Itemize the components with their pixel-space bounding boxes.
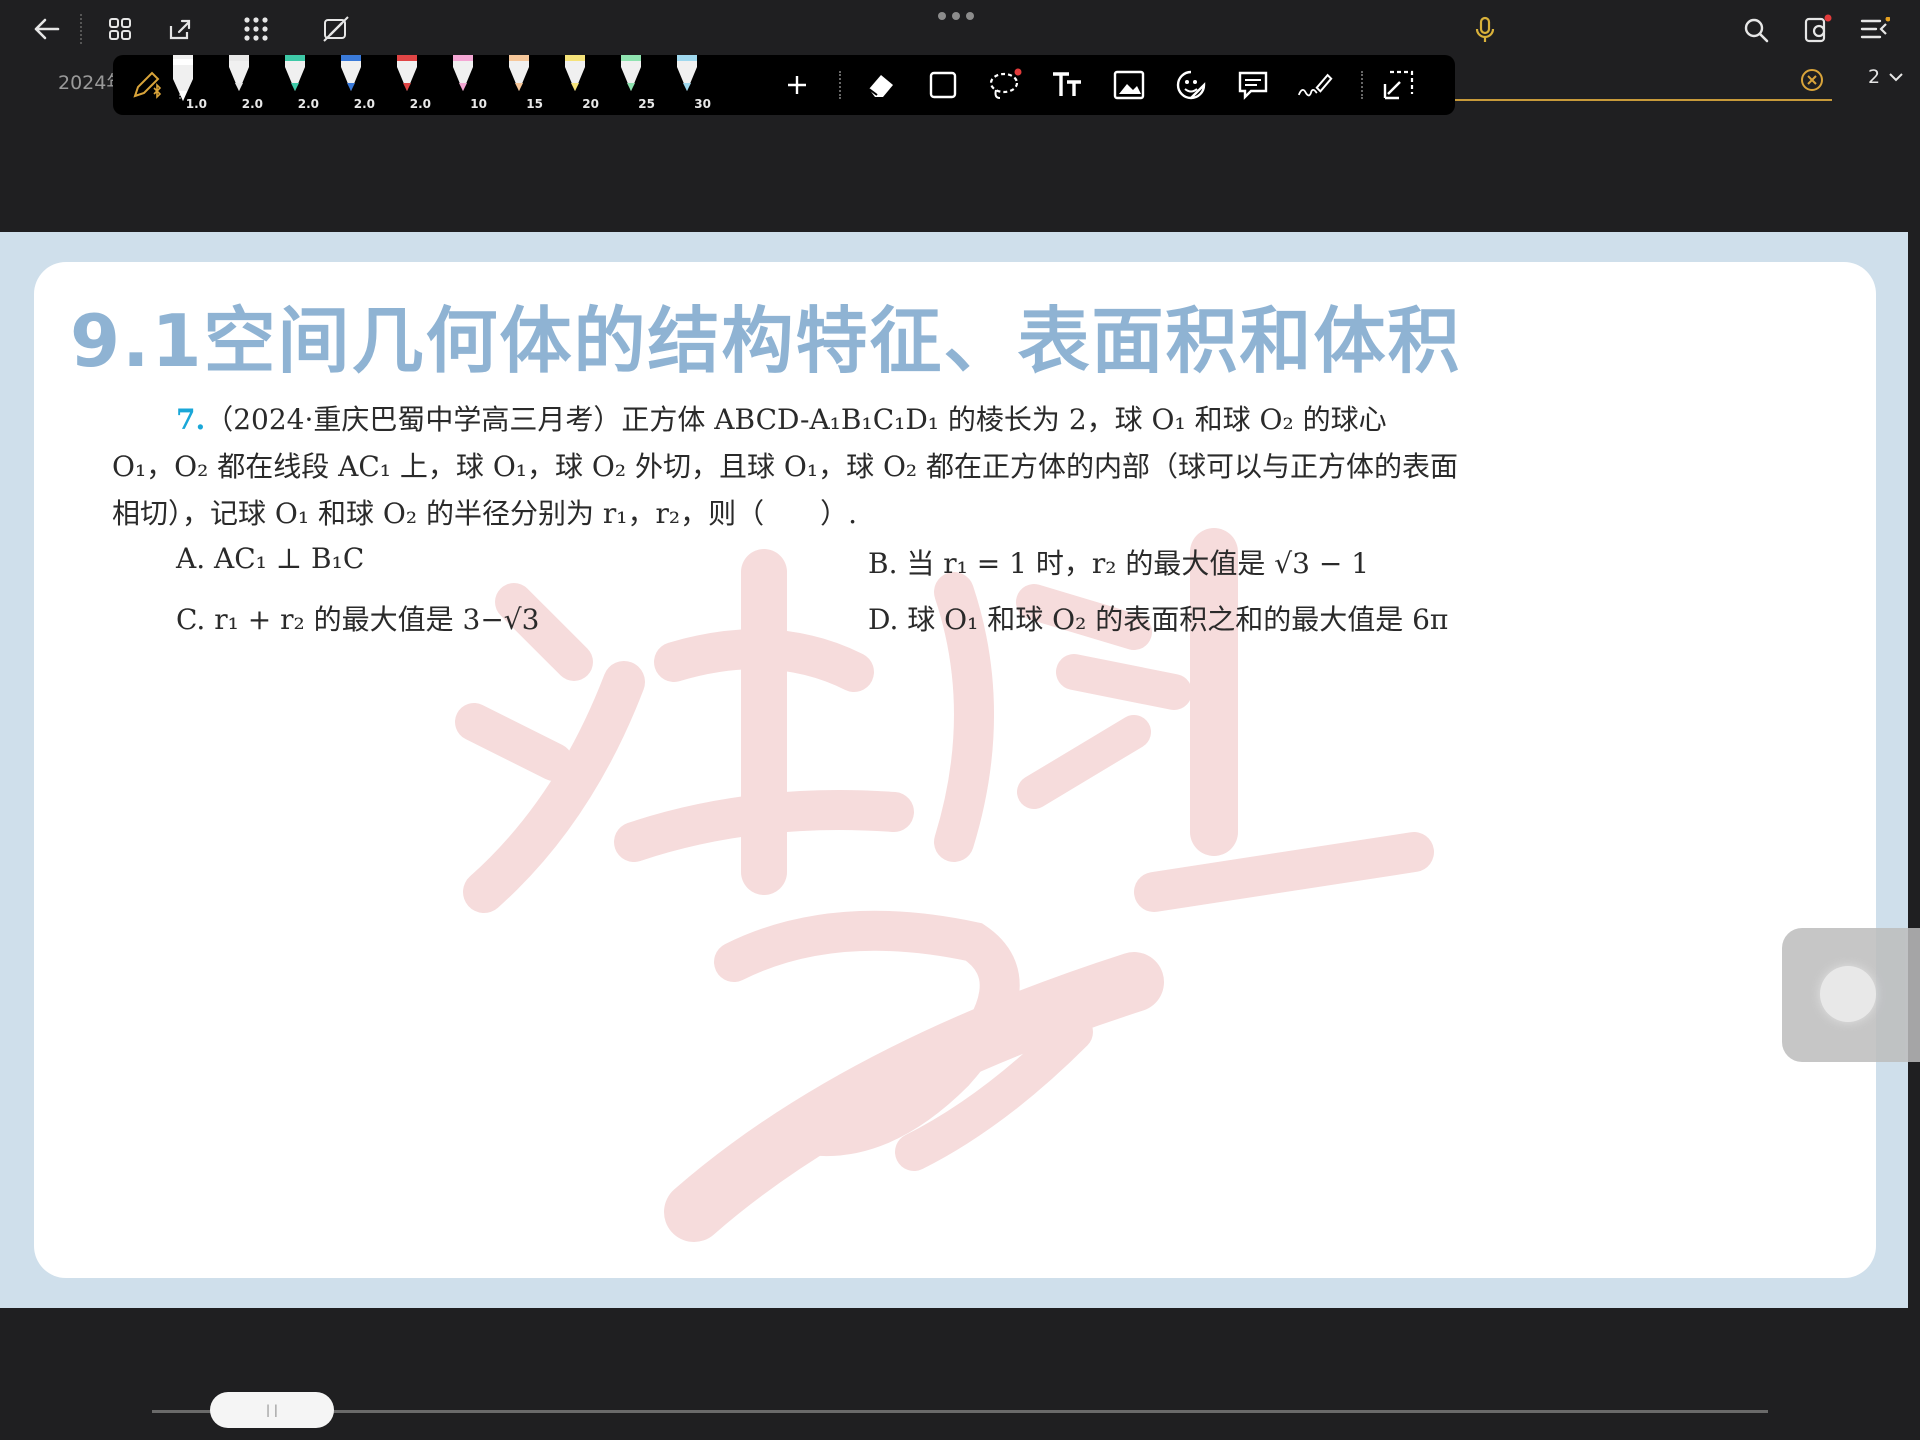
pen-size-label: 15 [526,97,543,111]
page-scroll-track[interactable] [152,1410,1768,1413]
page-selector[interactable]: 2 [1868,66,1904,88]
pen-size-label: 2.0 [353,97,375,111]
pen-size-label: 30 [694,97,711,111]
pen-size-label: 10 [470,97,487,111]
pen-3[interactable]: 2.0 [277,55,319,113]
pen-size-label: 1.0 [185,97,207,111]
pen-size-label: 2.0 [297,97,319,111]
pen-6[interactable]: 10 [445,55,487,113]
pen-1[interactable]: 1.0 [165,55,207,113]
pen-5[interactable]: 2.0 [389,55,431,113]
close-circle-icon[interactable] [1798,66,1826,94]
option-a: A. AC₁ ⊥ B₁C [176,542,365,575]
crop-icon[interactable] [1381,67,1417,103]
more-dots-icon[interactable] [938,12,974,20]
pen-size-label: 2.0 [409,97,431,111]
pen-size-label: 2.0 [241,97,263,111]
image-icon[interactable] [1111,67,1147,103]
sticker-icon[interactable] [1173,67,1209,103]
divider [839,71,841,99]
page-number: 2 [1868,66,1881,88]
divider [80,14,82,44]
lasso-icon[interactable] [987,67,1023,103]
text-icon[interactable] [1049,67,1085,103]
problem-line-1-text: （2024·重庆巴蜀中学高三月考）正方体 ABCD-A₁B₁C₁D₁ 的棱长为 … [205,403,1387,436]
pen-size-label: 20 [582,97,599,111]
shape-icon[interactable] [925,67,961,103]
problem-line-3: 相切），记球 O₁ 和球 O₂ 的半径分别为 r₁，r₂，则（ ）. [112,497,857,530]
pen-toolbar: 1.0 2.0 2.0 2.0 2.0 10 15 20 25 30 [113,55,1455,115]
pen-2[interactable]: 2.0 [221,55,263,113]
eraser-icon[interactable] [863,67,899,103]
top-bar [0,0,1920,58]
pen-size-label: 25 [638,97,655,111]
option-c: C. r₁ + r₂ 的最大值是 3−√3 [176,603,540,636]
pen-9[interactable]: 25 [613,55,655,113]
bluetooth-pencil-icon[interactable] [129,67,165,103]
floating-ball-knob [1820,966,1876,1022]
document-page[interactable]: 9.1空间几何体的结构特征、表面积和体积 7.（2024·重庆巴蜀中学高三月考）… [34,262,1876,1278]
outline-menu-icon[interactable] [1858,14,1892,44]
search-icon[interactable] [1740,14,1772,46]
export-icon[interactable] [164,14,196,44]
problem-line-1: 7.（2024·重庆巴蜀中学高三月考）正方体 ABCD-A₁B₁C₁D₁ 的棱长… [112,396,1582,443]
option-d: D. 球 O₁ 和球 O₂ 的表面积之和的最大值是 6π [868,603,1449,636]
problem-line-2: O₁，O₂ 都在线段 AC₁ 上，球 O₁，球 O₂ 外切，且球 O₁，球 O₂… [112,450,1459,483]
problem-number: 7. [176,403,206,436]
tab-active-underline [1440,99,1832,101]
page-scroll-thumb[interactable]: | | [210,1392,334,1428]
pen-8[interactable]: 20 [557,55,599,113]
apps-icon[interactable] [240,14,272,44]
chapter-title: 9.1空间几何体的结构特征、表面积和体积 [70,299,1462,383]
no-pen-icon[interactable] [320,14,352,44]
divider [1361,71,1363,99]
pen-4[interactable]: 2.0 [333,55,375,113]
back-arrow-icon[interactable] [30,14,64,44]
microphone-icon[interactable] [1470,14,1500,46]
add-icon[interactable] [779,67,815,103]
chevron-down-icon [1889,73,1903,82]
floating-assistive-button[interactable] [1782,928,1920,1062]
problem-text: 7.（2024·重庆巴蜀中学高三月考）正方体 ABCD-A₁B₁C₁D₁ 的棱长… [112,396,1582,537]
option-b: B. 当 r₁ = 1 时，r₂ 的最大值是 √3 − 1 [868,547,1370,580]
signature-icon[interactable] [1297,67,1333,103]
grid-icon[interactable] [104,14,136,44]
comment-icon[interactable] [1235,67,1271,103]
pen-10[interactable]: 30 [669,55,711,113]
settings-doc-icon[interactable] [1800,12,1834,46]
vertical-divider [1908,232,1920,1308]
pen-7[interactable]: 15 [501,55,543,113]
